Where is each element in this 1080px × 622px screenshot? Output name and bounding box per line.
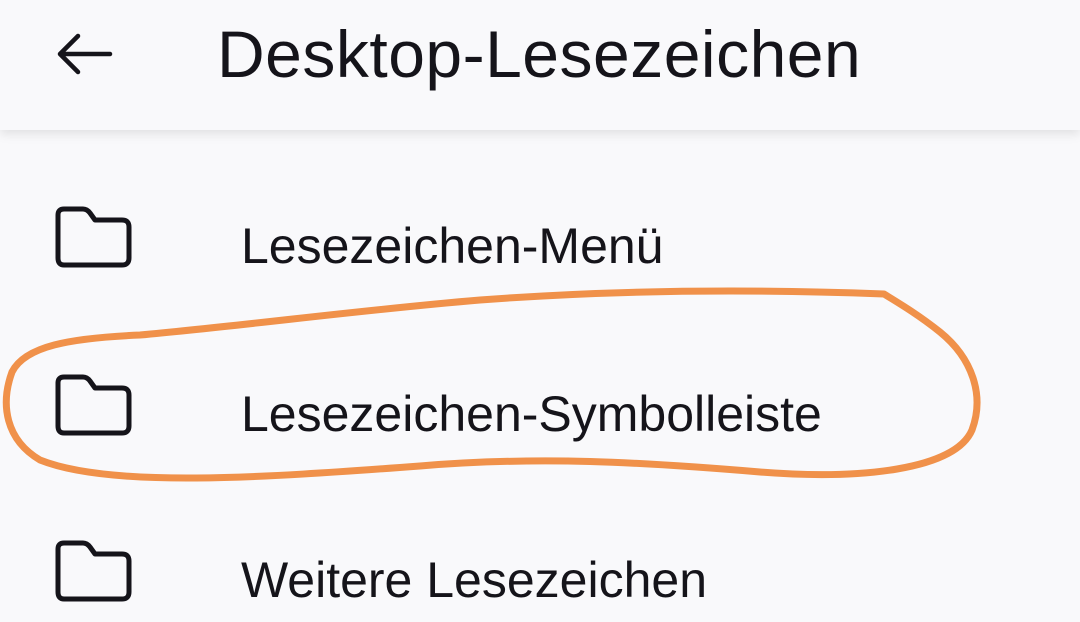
folder-row-lesezeichen-menu[interactable]: Lesezeichen-Menü xyxy=(0,152,1080,302)
folder-row-lesezeichen-symbolleiste[interactable]: Lesezeichen-Symbolleiste xyxy=(0,320,1080,470)
top-app-bar: Desktop-Lesezeichen xyxy=(0,0,1080,130)
folder-row-weitere-lesezeichen[interactable]: Weitere Lesezeichen xyxy=(0,486,1080,622)
back-button[interactable] xyxy=(42,18,126,90)
folder-icon xyxy=(55,206,132,268)
bookmarks-screen: Desktop-Lesezeichen Lesezeichen-Menü Les… xyxy=(0,0,1080,622)
folder-icon xyxy=(55,374,132,436)
folder-label: Weitere Lesezeichen xyxy=(241,552,708,608)
page-title: Desktop-Lesezeichen xyxy=(217,17,862,91)
folder-label: Lesezeichen-Menü xyxy=(241,218,664,274)
arrow-left-icon xyxy=(57,33,113,75)
folder-label: Lesezeichen-Symbolleiste xyxy=(241,386,822,442)
folder-icon xyxy=(55,540,132,602)
